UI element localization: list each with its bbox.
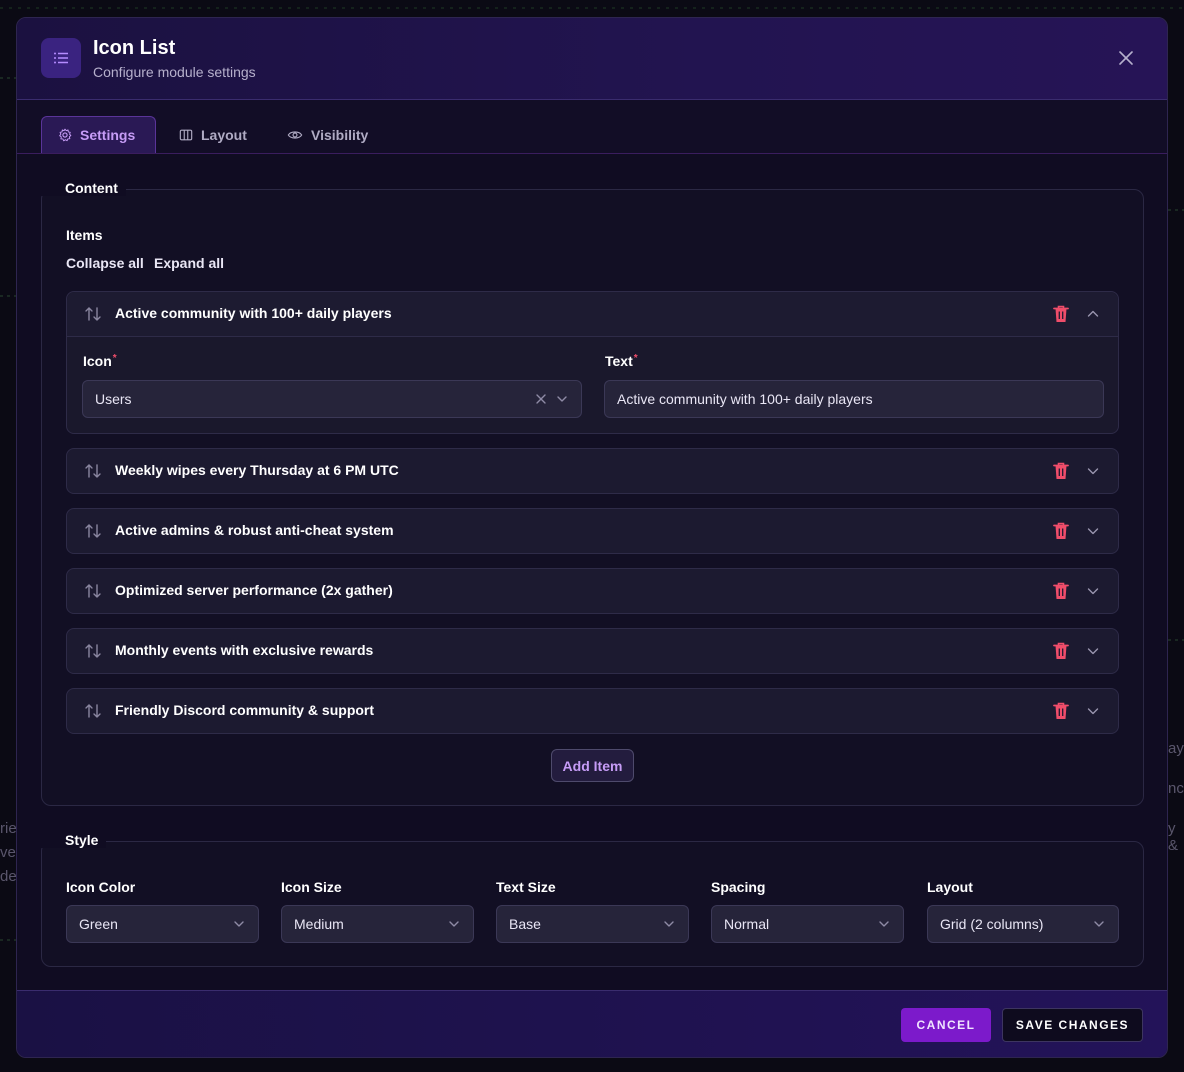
background-text: de — [0, 868, 17, 885]
layout-select[interactable]: Grid (2 columns) — [927, 905, 1119, 943]
chevron-down-icon[interactable] — [1085, 703, 1101, 719]
item-title: Active admins & robust anti-cheat system — [115, 522, 394, 538]
icon-color-label: Icon Color — [66, 879, 136, 895]
drag-handle-icon[interactable] — [84, 702, 102, 720]
select-value: Grid (2 columns) — [940, 916, 1044, 932]
chevron-up-icon[interactable] — [1085, 306, 1101, 322]
chevron-down-icon — [1094, 921, 1104, 927]
background-text: ve — [0, 844, 16, 861]
tab-layout[interactable]: Layout — [163, 116, 263, 153]
style-section: Style Icon Color Green Icon Size Medium … — [41, 832, 1144, 967]
chevron-down-icon[interactable] — [1085, 463, 1101, 479]
trash-icon[interactable] — [1052, 641, 1070, 661]
icon-select-value: Users — [95, 391, 132, 407]
save-changes-button[interactable]: SAVE CHANGES — [1002, 1008, 1143, 1042]
text-size-label: Text Size — [496, 879, 556, 895]
item-title: Friendly Discord community & support — [115, 702, 375, 718]
chevron-down-icon[interactable] — [1085, 583, 1101, 599]
add-item-button[interactable]: Add Item — [551, 749, 634, 782]
tab-bar: Settings Layout Visibility — [17, 100, 1167, 154]
tab-label: Settings — [80, 127, 136, 143]
chevron-down-icon[interactable] — [1085, 643, 1101, 659]
chevron-down-icon — [557, 396, 567, 402]
gear-icon — [59, 128, 72, 142]
list-item[interactable]: Monthly events with exclusive rewards — [66, 628, 1119, 674]
item-title: Optimized server performance (2x gather) — [115, 582, 393, 598]
text-input[interactable]: Active community with 100+ daily players — [604, 380, 1104, 418]
section-legend: Style — [41, 832, 107, 848]
trash-icon[interactable] — [1052, 701, 1070, 721]
list-item[interactable]: Friendly Discord community & support — [66, 688, 1119, 734]
content-section: Content Items Collapse all Expand all Ac… — [41, 180, 1144, 806]
section-legend: Content — [41, 180, 126, 196]
background-text: ay — [1168, 740, 1184, 757]
item-title: Active community with 100+ daily players — [115, 305, 392, 321]
tab-label: Visibility — [311, 126, 369, 143]
close-icon[interactable] — [1117, 49, 1135, 67]
required-mark: * — [112, 353, 117, 364]
trash-icon[interactable] — [1052, 581, 1070, 601]
item-title: Weekly wipes every Thursday at 6 PM UTC — [115, 462, 399, 478]
chevron-down-icon — [879, 921, 889, 927]
select-value: Normal — [724, 916, 770, 932]
modal-title: Icon List — [93, 37, 176, 59]
columns-icon — [179, 129, 193, 140]
icon-size-select[interactable]: Medium — [281, 905, 474, 943]
chevron-down-icon — [234, 921, 244, 927]
list-item[interactable]: Weekly wipes every Thursday at 6 PM UTC — [66, 448, 1119, 494]
drag-handle-icon[interactable] — [84, 582, 102, 600]
label-text: Text — [605, 353, 633, 369]
drag-handle-icon[interactable] — [84, 642, 102, 660]
spacing-label: Spacing — [711, 879, 766, 895]
background-text: rie — [0, 820, 17, 837]
modal-footer: CANCEL SAVE CHANGES — [17, 990, 1167, 1057]
chevron-down-icon — [664, 921, 674, 927]
background-text: nce — [1168, 780, 1184, 797]
item-header[interactable]: Active community with 100+ daily players — [67, 292, 1118, 337]
trash-icon[interactable] — [1052, 521, 1070, 541]
list-icon — [41, 38, 81, 78]
label-text: Icon — [83, 353, 112, 369]
icon-field-label: Icon* — [83, 353, 117, 369]
modal-header: Icon List Configure module settings — [17, 18, 1167, 100]
expand-all-button[interactable]: Expand all — [154, 255, 224, 271]
icon-color-select[interactable]: Green — [66, 905, 259, 943]
select-value: Medium — [294, 916, 344, 932]
drag-handle-icon[interactable] — [84, 462, 102, 480]
modal-subtitle: Configure module settings — [93, 64, 256, 80]
select-value: Base — [509, 916, 541, 932]
text-size-select[interactable]: Base — [496, 905, 689, 943]
cancel-button[interactable]: CANCEL — [901, 1008, 991, 1042]
list-item[interactable]: Active admins & robust anti-cheat system — [66, 508, 1119, 554]
list-item: Active community with 100+ daily players… — [66, 291, 1119, 434]
chevron-down-icon[interactable] — [1085, 523, 1101, 539]
drag-handle-icon[interactable] — [84, 522, 102, 540]
module-settings-modal: Icon List Configure module settings Sett… — [16, 17, 1168, 1058]
required-mark: * — [633, 353, 638, 364]
text-field-label: Text* — [605, 353, 638, 369]
icon-select[interactable]: Users — [82, 380, 582, 418]
tab-label: Layout — [201, 126, 247, 143]
clear-icon[interactable] — [535, 393, 547, 405]
icon-size-label: Icon Size — [281, 879, 342, 895]
trash-icon[interactable] — [1052, 461, 1070, 481]
background-text: y & — [1168, 820, 1179, 854]
item-title: Monthly events with exclusive rewards — [115, 642, 374, 658]
trash-icon[interactable] — [1052, 304, 1070, 324]
tab-visibility[interactable]: Visibility — [271, 116, 384, 153]
list-item[interactable]: Optimized server performance (2x gather) — [66, 568, 1119, 614]
chevron-down-icon — [449, 921, 459, 927]
select-value: Green — [79, 916, 118, 932]
drag-handle-icon[interactable] — [84, 305, 102, 323]
layout-label: Layout — [927, 879, 973, 895]
text-input-value: Active community with 100+ daily players — [617, 391, 873, 407]
eye-icon — [287, 130, 303, 139]
tab-settings[interactable]: Settings — [41, 116, 156, 153]
collapse-all-button[interactable]: Collapse all — [66, 255, 144, 271]
spacing-select[interactable]: Normal — [711, 905, 904, 943]
items-label: Items — [66, 227, 103, 243]
